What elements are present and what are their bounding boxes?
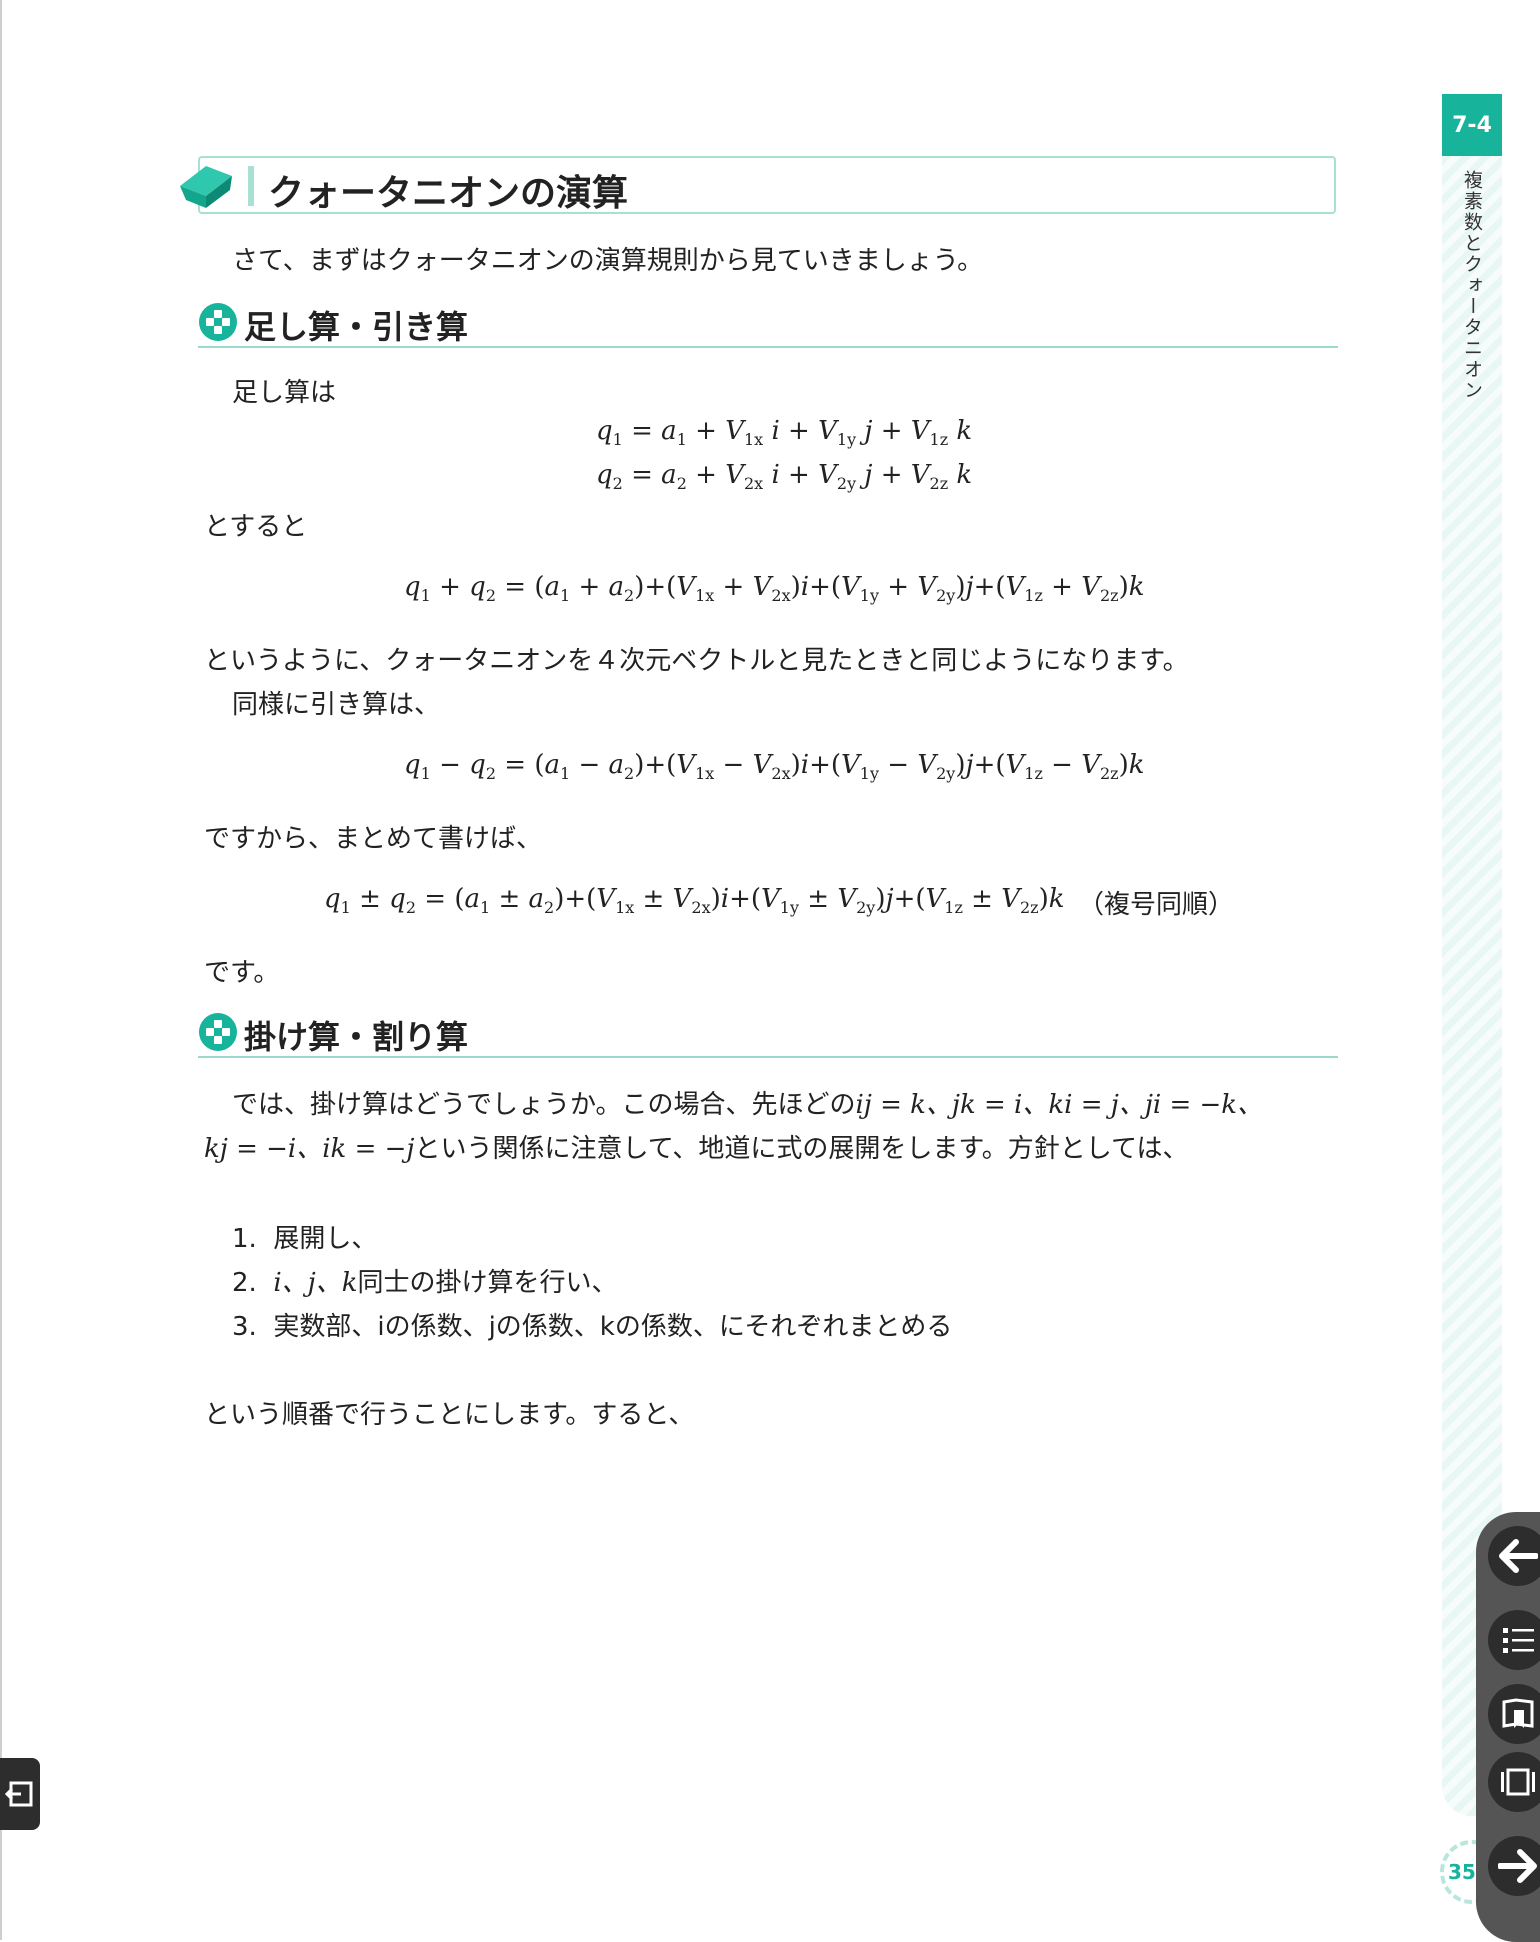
page-view-icon[interactable] <box>1488 1752 1540 1812</box>
muldiv-p2: という順番で行うことにします。すると、 <box>204 1400 695 1430</box>
section-heading-bar <box>248 166 254 206</box>
muldiv-p1: では、掛け算はどうでしょうか。この場合、先ほどのij = k、jk = i、ki… <box>232 1084 1263 1121</box>
muldiv-p1-cont: kj = −i、ik = −jという関係に注意して、地道に式の展開をします。方針… <box>204 1128 1189 1165</box>
list-num: 3. <box>232 1312 257 1342</box>
cube-icon <box>178 160 234 216</box>
muldiv-p1-b-math: kj = −i、ik = −j <box>204 1134 415 1164</box>
intro-text: さて、まずはクォータニオンの演算規則から見ていきましょう。 <box>232 246 984 276</box>
page-edge <box>0 0 2 1940</box>
plus-cross-icon <box>198 302 238 346</box>
equation-plusminus: q1 ± q2 = (a1 ± a2)+(V1x ± V2x)i+(V1y ± … <box>324 884 1065 918</box>
list-num: 1. <box>232 1224 257 1254</box>
equation-sum: q1 + q2 = (a1 + a2)+(V1x + V2x)i+(V1y + … <box>404 572 1145 606</box>
muldiv-p1-math: ij = k、jk = i、ki = j、ji = −k、 <box>855 1090 1264 1120</box>
muldiv-p1-b: という関係に注意して、地道に式の展開をします。方針としては、 <box>414 1134 1189 1164</box>
muldiv-heading: 掛け算・割り算 <box>244 1018 469 1056</box>
section-title: クォータニオンの演算 <box>268 173 629 214</box>
toc-icon[interactable] <box>1488 1610 1540 1670</box>
arrow-right-icon[interactable] <box>1488 1836 1540 1896</box>
addsub-p1: 足し算は <box>232 378 337 408</box>
list-num: 2. <box>232 1268 257 1298</box>
list-math: i、j、k <box>273 1268 358 1298</box>
chapter-number: 7-4 <box>1452 112 1492 138</box>
equation-q2: q2 = a2 + V2x i + V2y j + V2z k <box>596 460 973 494</box>
list-item: 3. 実数部、iの係数、jの係数、kの係数、にそれぞれまとめる <box>232 1306 952 1343</box>
list-text: 同士の掛け算を行い、 <box>357 1268 618 1298</box>
addsub-p6: です。 <box>204 958 280 988</box>
chapter-title: 複素数とクォータニオン <box>1461 170 1483 401</box>
equation-q1: q1 = a1 + V1x i + V1y j + V1z k <box>596 416 973 450</box>
plus-cross-icon <box>198 1012 238 1056</box>
addsub-p3: というように、クォータニオンを４次元ベクトルと見たときと同じようになります。 <box>204 646 1189 676</box>
list-item: 1. 展開し、 <box>232 1218 377 1255</box>
chapter-number-tab: 7-4 <box>1442 94 1502 156</box>
equation-diff: q1 − q2 = (a1 − a2)+(V1x − V2x)i+(V1y − … <box>404 750 1145 784</box>
arrow-left-icon[interactable] <box>1488 1526 1540 1586</box>
list-text: 展開し、 <box>273 1224 378 1254</box>
muldiv-p1-a: では、掛け算はどうでしょうか。この場合、先ほどの <box>232 1090 856 1120</box>
bookmark-icon[interactable] <box>1488 1684 1540 1744</box>
list-item: 2. i、j、k同士の掛け算を行い、 <box>232 1262 618 1299</box>
addsub-p4: 同様に引き算は、 <box>232 690 441 720</box>
addsub-p2: とすると <box>204 512 308 542</box>
addsub-heading: 足し算・引き算 <box>244 308 469 346</box>
exit-icon[interactable] <box>0 1758 40 1830</box>
equation-note: （複号同順） <box>1078 890 1235 920</box>
addsub-heading-line <box>198 346 1338 348</box>
list-text: 実数部、iの係数、jの係数、kの係数、にそれぞれまとめる <box>273 1312 953 1342</box>
addsub-p5: ですから、まとめて書けば、 <box>204 824 543 854</box>
muldiv-heading-line <box>198 1056 1338 1058</box>
